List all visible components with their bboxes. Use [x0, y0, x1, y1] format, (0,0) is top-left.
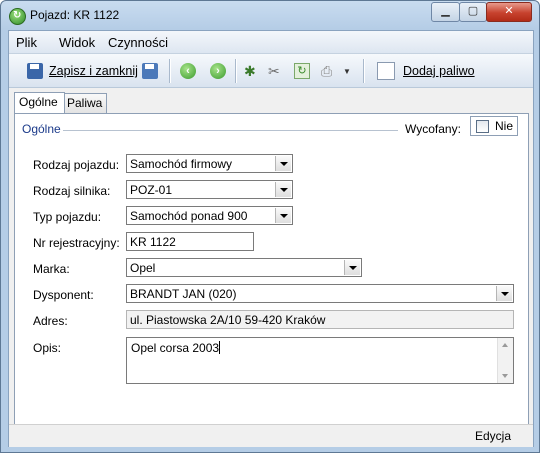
- new-item-button[interactable]: ✱: [244, 61, 260, 81]
- registration-label: Nr rejestracyjny:: [33, 236, 120, 250]
- retired-checkbox[interactable]: [476, 120, 489, 133]
- save-and-close-button[interactable]: Zapisz i zamknij: [27, 61, 138, 81]
- menu-bar: Plik Widok Czynności: [9, 31, 533, 54]
- forward-button[interactable]: ›: [210, 61, 226, 81]
- scroll-up-icon[interactable]: [502, 343, 508, 347]
- chevron-down-icon[interactable]: [275, 156, 291, 171]
- maximize-button[interactable]: ▢: [459, 2, 487, 22]
- refresh-icon: ↻: [294, 63, 310, 79]
- back-button[interactable]: ‹: [180, 61, 196, 81]
- save-and-close-label: Zapisz i zamknij: [49, 64, 138, 78]
- registration-input[interactable]: KR 1122: [126, 232, 254, 251]
- address-field: ul. Piastowska 2A/10 59-420 Kraków: [126, 310, 514, 329]
- vehicle-type-label: Rodzaj pojazdu:: [33, 158, 120, 172]
- new-item-icon: ✱: [244, 63, 256, 79]
- app-logo-icon: ↻: [9, 8, 26, 25]
- chevron-down-icon: ▼: [343, 66, 351, 76]
- toolbar-separator: [169, 59, 171, 83]
- retired-label: Wycofany:: [405, 122, 461, 136]
- menu-czynnosci[interactable]: Czynności: [108, 35, 168, 50]
- general-panel: Ogólne Wycofany: Nie Rodzaj pojazdu: Sam…: [14, 113, 529, 425]
- chevron-down-icon[interactable]: [275, 208, 291, 223]
- save-as-button[interactable]: [142, 61, 158, 81]
- menu-plik[interactable]: Plik: [16, 35, 37, 50]
- save-copy-icon: [142, 63, 158, 79]
- text-caret: [219, 341, 221, 354]
- menu-widok[interactable]: Widok: [59, 35, 95, 50]
- save-icon: [27, 63, 43, 79]
- add-fuel-label: Dodaj paliwo: [403, 64, 475, 78]
- print-button[interactable]: ⎙ ▼: [321, 61, 351, 81]
- tools-button[interactable]: ✂: [268, 61, 284, 81]
- description-scrollbar[interactable]: [497, 338, 513, 383]
- retired-toggle[interactable]: Nie: [470, 116, 518, 136]
- retired-checkbox-label: Nie: [495, 119, 514, 133]
- chevron-down-icon[interactable]: [275, 182, 291, 197]
- address-label: Adres:: [33, 314, 68, 328]
- engine-type-value: POZ-01: [130, 183, 173, 197]
- tools-icon: ✂: [268, 63, 280, 79]
- chevron-down-icon[interactable]: [496, 286, 512, 301]
- dispatcher-value: BRANDT JAN (020): [130, 287, 237, 301]
- engine-type-label: Rodzaj silnika:: [33, 184, 111, 198]
- description-label: Opis:: [33, 341, 62, 355]
- vehicle-type-value: Samochód firmowy: [130, 157, 233, 171]
- vehicle-model-type-select[interactable]: Samochód ponad 900: [126, 206, 293, 225]
- window-title: Pojazd: KR 1122: [30, 8, 120, 22]
- vehicle-type-select[interactable]: Samochód firmowy: [126, 154, 293, 173]
- minimize-button[interactable]: ▁: [431, 2, 460, 22]
- tab-paliwa[interactable]: Paliwa: [62, 93, 107, 113]
- engine-type-select[interactable]: POZ-01: [126, 180, 293, 199]
- scroll-down-icon[interactable]: [502, 374, 508, 378]
- tab-ogolne[interactable]: Ogólne: [14, 92, 65, 113]
- brand-value: Opel: [130, 261, 156, 275]
- app-window: ↻ Pojazd: KR 1122 ▁ ▢ ✕ Plik Widok Czynn…: [0, 0, 540, 453]
- title-bar[interactable]: ↻ Pojazd: KR 1122 ▁ ▢ ✕: [1, 1, 539, 30]
- description-value: Opel corsa 2003: [131, 341, 220, 355]
- brand-select[interactable]: Opel: [126, 258, 362, 277]
- printer-icon: ⎙: [321, 63, 333, 79]
- chevron-down-icon[interactable]: [344, 260, 360, 275]
- arrow-right-icon: ›: [210, 63, 226, 79]
- close-button[interactable]: ✕: [486, 2, 532, 22]
- group-divider: [63, 130, 398, 131]
- vehicle-model-type-value: Samochód ponad 900: [130, 209, 248, 223]
- arrow-left-icon: ‹: [180, 63, 196, 79]
- status-mode: Edycja: [474, 429, 511, 443]
- toolbar: Zapisz i zamknij ‹ › ✱ ✂ ↻ ⎙ ▼ Dodaj pal…: [9, 54, 533, 88]
- refresh-button[interactable]: ↻: [294, 61, 310, 81]
- toolbar-separator: [363, 59, 365, 83]
- vehicle-model-type-label: Typ pojazdu:: [33, 210, 102, 224]
- brand-label: Marka:: [33, 262, 70, 276]
- add-fuel-button[interactable]: Dodaj paliwo: [377, 61, 475, 81]
- dispatcher-select[interactable]: BRANDT JAN (020): [126, 284, 514, 303]
- toolbar-separator: [235, 59, 237, 83]
- dispatcher-label: Dysponent:: [33, 288, 94, 302]
- document-icon: [377, 62, 395, 80]
- client-area: Plik Widok Czynności Zapisz i zamknij ‹ …: [8, 30, 534, 447]
- status-bar: Edycja: [9, 424, 533, 447]
- group-title: Ogólne: [22, 122, 61, 136]
- description-textarea[interactable]: Opel corsa 2003: [126, 337, 514, 384]
